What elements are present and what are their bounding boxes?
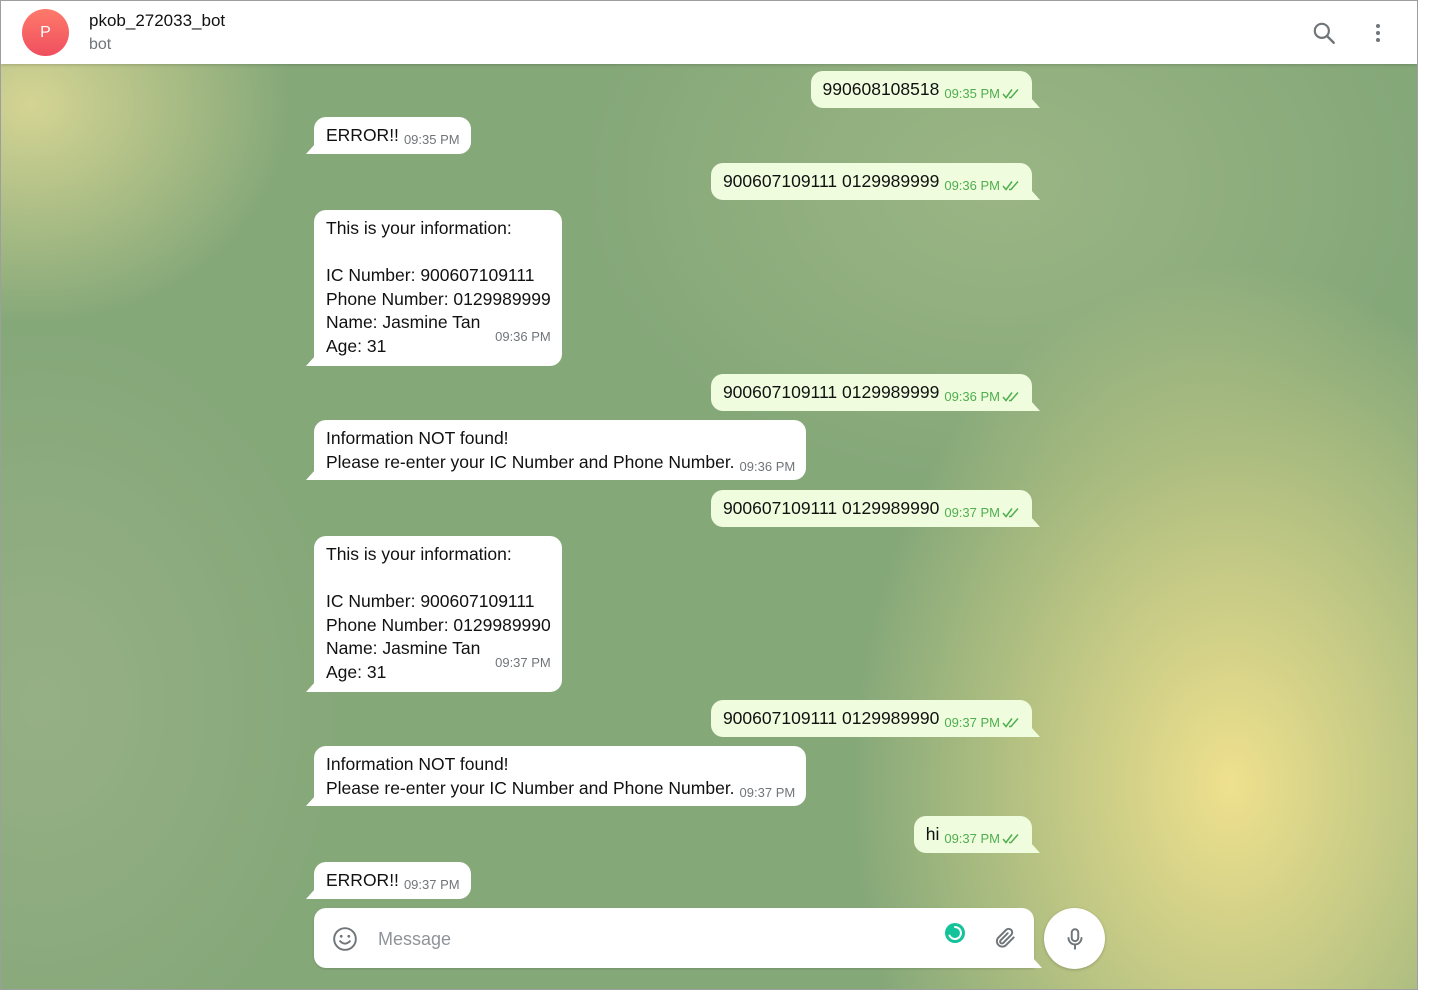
message-time: 09:35 PM bbox=[403, 132, 460, 147]
message-time: 09:36 PM bbox=[944, 178, 1000, 193]
chat-title[interactable]: pkob_272033_bot bbox=[89, 11, 225, 31]
more-vertical-icon[interactable] bbox=[1366, 21, 1390, 45]
message-bubble[interactable]: 900607109111 0129989999 09:36 PM bbox=[710, 163, 1041, 200]
message-time: 09:35 PM bbox=[944, 86, 1000, 101]
message-incoming[interactable]: This is your information: IC Number: 900… bbox=[306, 210, 562, 366]
double-check-icon bbox=[1002, 718, 1019, 728]
message-text: 900607109111 0129989999 bbox=[722, 171, 940, 191]
chat-header: P pkob_272033_bot bot bbox=[1, 1, 1417, 64]
message-meta: 09:36 PM bbox=[944, 385, 1021, 409]
paperclip-icon[interactable] bbox=[992, 925, 1018, 951]
message-composer bbox=[314, 908, 1042, 968]
message-text: hi bbox=[925, 824, 940, 844]
double-check-icon bbox=[1002, 834, 1019, 844]
message-bubble[interactable]: 900607109111 0129989999 09:36 PM bbox=[710, 374, 1041, 411]
message-text: 990608108518 bbox=[822, 79, 940, 99]
message-text: ERROR!! bbox=[326, 125, 399, 145]
search-icon[interactable] bbox=[1311, 20, 1337, 46]
message-meta: 09:35 PM bbox=[944, 82, 1021, 106]
message-incoming[interactable]: This is your information: IC Number: 900… bbox=[306, 536, 562, 692]
message-bubble[interactable]: hi 09:37 PM bbox=[913, 816, 1041, 853]
message-time: 09:37 PM bbox=[944, 831, 1000, 846]
message-bubble[interactable]: This is your information: IC Number: 900… bbox=[306, 210, 562, 366]
message-meta: 09:37 PM bbox=[944, 501, 1021, 525]
message-incoming[interactable]: ERROR!! 09:37 PM bbox=[306, 862, 471, 899]
avatar[interactable]: P bbox=[22, 9, 69, 56]
message-bubble[interactable]: ERROR!! 09:35 PM bbox=[306, 117, 471, 154]
chat-subtitle: bot bbox=[89, 36, 112, 53]
message-meta: 09:36 PM bbox=[944, 174, 1021, 198]
message-time: 09:36 PM bbox=[495, 328, 551, 344]
message-bubble[interactable]: 990608108518 09:35 PM bbox=[810, 71, 1041, 108]
message-text: Information NOT found! Please re-enter y… bbox=[326, 754, 735, 798]
message-time: 09:36 PM bbox=[739, 458, 796, 474]
message-outgoing[interactable]: hi 09:37 PM bbox=[913, 816, 1041, 853]
message-incoming[interactable]: Information NOT found! Please re-enter y… bbox=[305, 746, 807, 806]
chat-area[interactable]: 990608108518 09:35 PM ERROR!! 09:35 PM 900… bbox=[1, 64, 1417, 989]
message-bubble[interactable]: 900607109111 0129989990 09:37 PM bbox=[710, 490, 1041, 527]
message-bubble[interactable]: This is your information: IC Number: 900… bbox=[306, 536, 562, 692]
microphone-button[interactable] bbox=[1044, 908, 1105, 969]
message-time: 09:37 PM bbox=[495, 654, 551, 670]
message-outgoing[interactable]: 900607109111 0129989990 09:37 PM bbox=[710, 700, 1041, 737]
message-text: 900607109111 0129989990 bbox=[722, 708, 940, 728]
message-text: Information NOT found! Please re-enter y… bbox=[326, 428, 735, 472]
message-time: 09:37 PM bbox=[944, 505, 1000, 520]
message-incoming[interactable]: Information NOT found! Please re-enter y… bbox=[305, 420, 807, 480]
message-incoming[interactable]: ERROR!! 09:35 PM bbox=[306, 117, 471, 154]
message-time: 09:36 PM bbox=[944, 389, 1000, 404]
double-check-icon bbox=[1002, 392, 1019, 402]
message-meta: 09:37 PM bbox=[944, 711, 1021, 735]
message-text: 900607109111 0129989990 bbox=[722, 498, 940, 518]
microphone-icon bbox=[1067, 927, 1082, 950]
double-check-icon bbox=[1002, 89, 1019, 99]
message-outgoing[interactable]: 900607109111 0129989990 09:37 PM bbox=[710, 490, 1041, 527]
grammar-assistant-icon[interactable] bbox=[944, 922, 966, 944]
message-bubble[interactable]: 900607109111 0129989990 09:37 PM bbox=[710, 700, 1041, 737]
message-meta: 09:37 PM bbox=[944, 827, 1021, 851]
message-text: ERROR!! bbox=[326, 870, 399, 890]
emoji-icon[interactable] bbox=[332, 926, 358, 952]
message-time: 09:37 PM bbox=[739, 784, 796, 800]
message-time: 09:37 PM bbox=[403, 877, 460, 892]
message-bubble[interactable]: Information NOT found! Please re-enter y… bbox=[305, 420, 807, 480]
message-bubble[interactable]: Information NOT found! Please re-enter y… bbox=[305, 746, 807, 806]
message-time: 09:37 PM bbox=[944, 715, 1000, 730]
message-input[interactable] bbox=[376, 922, 940, 956]
message-bubble[interactable]: ERROR!! 09:37 PM bbox=[306, 862, 471, 899]
message-outgoing[interactable]: 990608108518 09:35 PM bbox=[810, 71, 1041, 108]
message-text: 900607109111 0129989999 bbox=[722, 382, 940, 402]
telegram-window: P pkob_272033_bot bot 990608108518 09:35 … bbox=[0, 0, 1418, 990]
double-check-icon bbox=[1002, 508, 1019, 518]
message-outgoing[interactable]: 900607109111 0129989999 09:36 PM bbox=[710, 374, 1041, 411]
double-check-icon bbox=[1002, 181, 1019, 191]
message-outgoing[interactable]: 900607109111 0129989999 09:36 PM bbox=[710, 163, 1041, 200]
